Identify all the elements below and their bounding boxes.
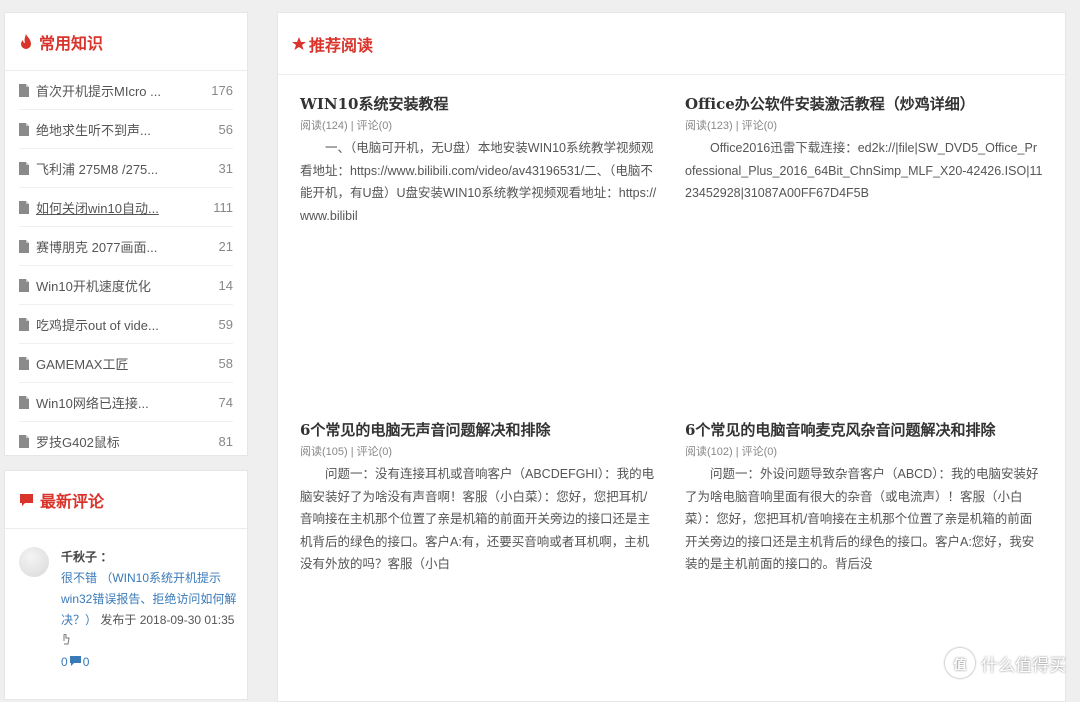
- article-excerpt: 问题一：外设问题导致杂音客户（ABCD）：我的电脑安装好了为啥电脑音响里面有很大…: [685, 467, 1039, 571]
- list-item[interactable]: 吃鸡提示out of vide... 59: [19, 305, 233, 344]
- list-item-count: 31: [218, 160, 233, 176]
- document-icon: [19, 161, 29, 175]
- thumb-up-icon[interactable]: [61, 633, 70, 648]
- article-card: 6个常见的电脑无声音问题解决和排除 阅读(105) | 评论(0) 问题一：没有…: [300, 419, 658, 576]
- list-item-count: 21: [218, 238, 233, 254]
- list-item-title[interactable]: 罗技G402鼠标: [36, 432, 213, 451]
- article-title[interactable]: Office办公软件安装激活教程（炒鸡详细）: [685, 93, 1043, 115]
- list-item-title[interactable]: 飞利浦 275M8 /275...: [36, 159, 213, 178]
- recommend-header: 推荐阅读: [278, 13, 1065, 75]
- knowledge-list: 首次开机提示MIcro ... 176 绝地求生听不到声... 56 飞利浦 2…: [5, 71, 247, 460]
- watermark-logo: 值: [945, 648, 975, 678]
- list-item[interactable]: 如何关闭win10自动... 111: [19, 188, 233, 227]
- list-item-count: 111: [213, 199, 233, 215]
- list-item-title[interactable]: 如何关闭win10自动...: [36, 198, 207, 217]
- star-icon: [292, 36, 306, 51]
- list-item-count: 58: [218, 355, 233, 371]
- list-item[interactable]: Win10开机速度优化 14: [19, 266, 233, 305]
- list-item-count: 56: [218, 121, 233, 137]
- list-item[interactable]: GAMEMAX工匠 58: [19, 344, 233, 383]
- list-item-count: 81: [218, 433, 233, 449]
- article-meta: 阅读(124) | 评论(0): [300, 120, 393, 132]
- list-item-title[interactable]: 吃鸡提示out of vide...: [36, 315, 213, 334]
- recommend-title: 推荐阅读: [309, 37, 374, 55]
- list-item-title[interactable]: Win10开机速度优化: [36, 276, 213, 295]
- comment-user[interactable]: 千秋子 ：: [61, 547, 239, 568]
- article-excerpt: 问题一：没有连接耳机或音响客户（ABCDEFGHI）：我的电脑安装好了为啥没有声…: [300, 467, 655, 571]
- list-item-count: 14: [218, 277, 233, 293]
- document-icon: [19, 122, 29, 136]
- list-item-count: 59: [218, 316, 233, 332]
- article-excerpt: 一、（电脑可开机，无U盘）本地安装WIN10系统教学视频观看地址：https:/…: [300, 141, 657, 223]
- list-item[interactable]: 赛博朋克 2077画面... 21: [19, 227, 233, 266]
- knowledge-title: 常用知识: [39, 35, 104, 53]
- document-icon: [19, 278, 29, 292]
- document-icon: [19, 239, 29, 253]
- list-item[interactable]: 绝地求生听不到声... 56: [19, 110, 233, 149]
- article-meta: 阅读(123) | 评论(0): [685, 120, 778, 132]
- document-icon: [19, 434, 29, 448]
- document-icon: [19, 395, 29, 409]
- article-card: Office办公软件安装激活教程（炒鸡详细） 阅读(123) | 评论(0) O…: [685, 93, 1043, 205]
- article-title[interactable]: 6个常见的电脑无声音问题解决和排除: [300, 419, 658, 441]
- flame-icon: [19, 33, 33, 50]
- list-item[interactable]: Win10网络已连接... 74: [19, 383, 233, 422]
- article-excerpt: Office2016迅雷下载连接：ed2k://|file|SW_DVD5_Of…: [685, 141, 1043, 200]
- comments-header: 最新评论: [5, 471, 247, 529]
- document-icon: [19, 317, 29, 331]
- document-icon: [19, 200, 29, 214]
- reply-icon[interactable]: [69, 652, 81, 673]
- watermark: 值 什么值得买: [945, 648, 1066, 678]
- like-count: 0: [61, 655, 68, 669]
- list-item[interactable]: 首次开机提示MIcro ... 176: [19, 71, 233, 110]
- document-icon: [19, 83, 29, 97]
- article-title[interactable]: WIN10系统安装教程: [300, 93, 658, 115]
- reply-count: 0: [82, 655, 90, 669]
- comment-icon: [19, 493, 34, 507]
- list-item-title[interactable]: 首次开机提示MIcro ...: [36, 81, 205, 100]
- comments-panel: 最新评论 千秋子 ： 很不错 （WIN10系统开机提示win32错误报告、拒绝访…: [4, 470, 248, 700]
- list-item[interactable]: 罗技G402鼠标 81: [19, 422, 233, 460]
- list-item-title[interactable]: Win10网络已连接...: [36, 393, 213, 412]
- list-item-count: 74: [218, 394, 233, 410]
- article-meta: 阅读(102) | 评论(0): [685, 446, 778, 458]
- article-title[interactable]: 6个常见的电脑音响麦克风杂音问题解决和排除: [685, 419, 1043, 441]
- article-card: WIN10系统安装教程 阅读(124) | 评论(0) 一、（电脑可开机，无U盘…: [300, 93, 658, 227]
- comment-time: 发布于 2018-09-30 01:35: [100, 613, 235, 627]
- recommend-panel: 推荐阅读 WIN10系统安装教程 阅读(124) | 评论(0) 一、（电脑可开…: [277, 12, 1066, 702]
- article-meta: 阅读(105) | 评论(0): [300, 446, 393, 458]
- avatar: [19, 547, 49, 577]
- list-item-title[interactable]: GAMEMAX工匠: [36, 354, 213, 373]
- knowledge-panel: 常用知识 首次开机提示MIcro ... 176 绝地求生听不到声... 56 …: [4, 12, 248, 456]
- document-icon: [19, 356, 29, 370]
- article-card: 6个常见的电脑音响麦克风杂音问题解决和排除 阅读(102) | 评论(0) 问题…: [685, 419, 1043, 576]
- list-item-title[interactable]: 赛博朋克 2077画面...: [36, 237, 213, 256]
- list-item[interactable]: 飞利浦 275M8 /275... 31: [19, 149, 233, 188]
- list-item-count: 176: [211, 82, 233, 98]
- watermark-text: 什么值得买: [981, 655, 1066, 675]
- list-item-title[interactable]: 绝地求生听不到声...: [36, 120, 213, 139]
- comments-title: 最新评论: [40, 493, 105, 511]
- knowledge-header: 常用知识: [5, 13, 247, 71]
